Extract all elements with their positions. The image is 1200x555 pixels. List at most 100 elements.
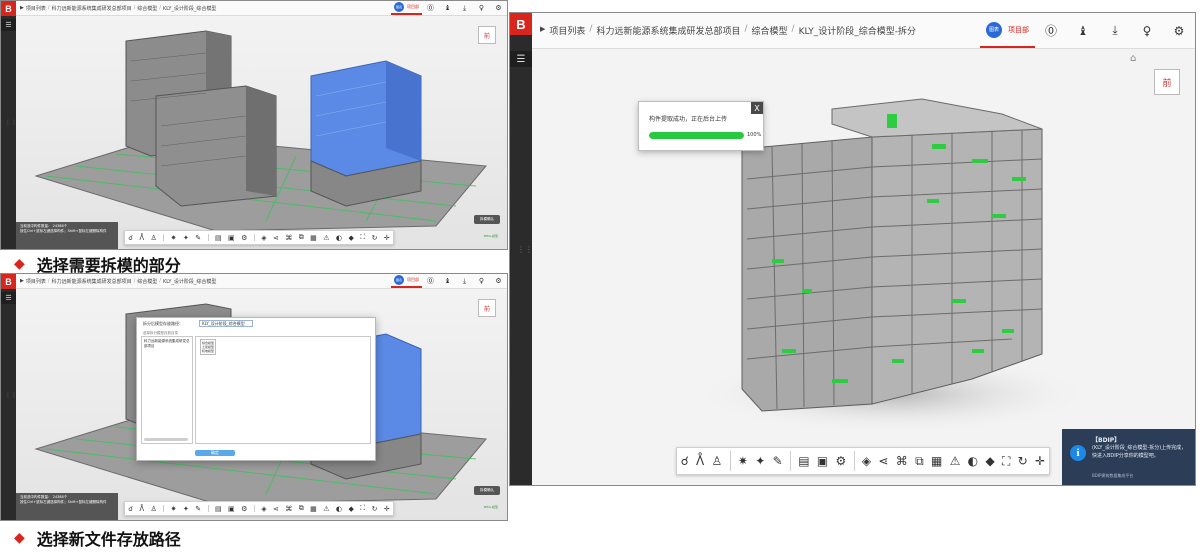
- hamburger-icon[interactable]: ☰: [1, 292, 16, 304]
- notification-icon[interactable]: ♝: [439, 277, 456, 285]
- clip-icon[interactable]: ⌘: [285, 505, 292, 513]
- fullscreen-icon[interactable]: ✛: [384, 234, 390, 242]
- model-tree-icon[interactable]: ◈: [261, 505, 266, 513]
- document-icon[interactable]: ▤: [798, 454, 809, 468]
- settings-icon[interactable]: ⚙: [490, 4, 507, 12]
- breadcrumb-model[interactable]: KLY_设计阶段_综合模型: [163, 5, 216, 12]
- measure-icon[interactable]: ☌: [128, 505, 133, 513]
- breadcrumb-project-list[interactable]: 项目列表: [549, 24, 585, 37]
- download-icon[interactable]: ⤓: [456, 4, 473, 13]
- person-icon[interactable]: ♙: [712, 454, 723, 468]
- building-model[interactable]: [16, 16, 507, 249]
- walk-icon[interactable]: ᐰ: [696, 454, 704, 468]
- person-icon[interactable]: ♙: [151, 234, 157, 242]
- breadcrumb-project[interactable]: 科力远新能源系统集成研发总部项目: [596, 24, 740, 37]
- paint-icon[interactable]: ◆: [348, 234, 353, 242]
- share-icon[interactable]: ⋖: [878, 454, 888, 468]
- breadcrumb-project-list[interactable]: 项目列表: [26, 278, 46, 285]
- app-logo[interactable]: B: [1, 1, 16, 16]
- section-icon[interactable]: ✷: [171, 505, 177, 513]
- lightbulb-icon[interactable]: ♀: [473, 4, 490, 12]
- dialog-tree-pane[interactable]: 科力远新能源系统集成研发总部项目: [141, 336, 193, 444]
- tab-chart[interactable]: 图表: [394, 275, 404, 285]
- download-icon[interactable]: ⤓: [456, 277, 473, 286]
- rotate-icon[interactable]: ↻: [1018, 454, 1028, 468]
- clip-icon[interactable]: ⌘: [896, 454, 908, 468]
- section-icon[interactable]: ✷: [171, 234, 177, 242]
- model-viewport[interactable]: 前 当前选中构件数量： 24388个 按住Ctrl+鼠标左键选择构件；Shift…: [16, 16, 507, 249]
- breadcrumb-model-group[interactable]: 综合模型: [752, 24, 788, 37]
- settings-icon[interactable]: ⚙: [836, 454, 847, 468]
- layer-icon[interactable]: ⧉: [299, 233, 304, 242]
- fit-view-icon[interactable]: ⛶: [1002, 454, 1010, 469]
- component-icon[interactable]: ▣: [228, 234, 235, 242]
- paint-icon[interactable]: ◆: [348, 505, 353, 513]
- annotate-icon[interactable]: ✎: [195, 505, 201, 513]
- lightbulb-icon[interactable]: ♀: [473, 277, 490, 285]
- measure-icon[interactable]: ☌: [681, 454, 689, 468]
- breadcrumb-model[interactable]: KLY_设计阶段_综合模型-拆分: [799, 24, 916, 37]
- settings-icon[interactable]: ⚙: [241, 234, 247, 242]
- model-viewport[interactable]: ⌂ 前 X 构件提取成功，正在后台上传 100% ☌ ᐰ ♙ ✷ ✦ ✎ ▤ ▣…: [532, 49, 1195, 485]
- hamburger-icon[interactable]: ☰: [510, 51, 532, 67]
- download-icon[interactable]: ⤓: [1099, 23, 1131, 38]
- dialog-path-input[interactable]: KLY_设计阶段_综合模型: [199, 320, 253, 327]
- home-icon[interactable]: ⌂: [1130, 53, 1136, 64]
- paint-icon[interactable]: ◆: [985, 454, 994, 468]
- isolate-icon[interactable]: ◐: [336, 505, 342, 513]
- share-icon[interactable]: ⋖: [273, 505, 279, 513]
- explode-icon[interactable]: ✦: [755, 454, 765, 468]
- help-icon[interactable]: ⓪: [1035, 22, 1067, 39]
- close-icon[interactable]: X: [751, 102, 763, 114]
- rotate-icon[interactable]: ↻: [372, 234, 378, 242]
- breadcrumb-model[interactable]: KLY_设计阶段_综合模型: [163, 278, 216, 285]
- upload-complete-notice[interactable]: i 【BDIP】 (KLY_设计阶段_综合模型-拆分)上传完成，快进入BDIP分…: [1062, 429, 1195, 485]
- annotate-icon[interactable]: ✎: [195, 234, 201, 242]
- document-icon[interactable]: ▤: [215, 505, 222, 513]
- explode-icon[interactable]: ✦: [183, 505, 189, 513]
- section-icon[interactable]: ✷: [738, 454, 748, 468]
- notification-icon[interactable]: ♝: [1067, 24, 1099, 38]
- split-confirm-button[interactable]: 拆模确认: [474, 486, 500, 495]
- properties-icon[interactable]: ▦: [931, 454, 942, 468]
- fullscreen-icon[interactable]: ✛: [1035, 454, 1045, 468]
- rotate-icon[interactable]: ↻: [372, 505, 378, 513]
- tab-project-dept[interactable]: 项目部: [1008, 25, 1029, 35]
- person-icon[interactable]: ♙: [151, 505, 157, 513]
- navigation-cube[interactable]: 前: [478, 26, 496, 44]
- fit-view-icon[interactable]: ⛶: [360, 233, 365, 242]
- app-logo[interactable]: B: [1, 274, 16, 289]
- fullscreen-icon[interactable]: ✛: [384, 505, 390, 513]
- document-icon[interactable]: ▤: [215, 234, 222, 242]
- navigation-cube[interactable]: 前: [1154, 69, 1180, 95]
- split-building-model[interactable]: [532, 49, 1195, 485]
- walk-icon[interactable]: ᐰ: [139, 234, 144, 242]
- dialog-folder-pane[interactable]: 综合模型 土建模型 机电模型: [195, 336, 371, 444]
- properties-icon[interactable]: ▦: [310, 234, 317, 242]
- hierarchy-icon[interactable]: ⚠: [323, 234, 329, 242]
- breadcrumb-project[interactable]: 科力远新能源系统集成研发总部项目: [52, 278, 132, 285]
- breadcrumb-project-list[interactable]: 项目列表: [26, 5, 46, 12]
- component-icon[interactable]: ▣: [817, 454, 828, 468]
- properties-icon[interactable]: ▦: [310, 505, 317, 513]
- component-icon[interactable]: ▣: [228, 505, 235, 513]
- breadcrumb-project[interactable]: 科力远新能源系统集成研发总部项目: [52, 5, 132, 12]
- model-tree-icon[interactable]: ◈: [261, 234, 266, 242]
- tree-root-item[interactable]: 科力远新能源系统集成研发总部项目: [142, 337, 192, 351]
- tab-project-dept[interactable]: 项目部: [407, 4, 419, 10]
- tab-project-dept[interactable]: 项目部: [407, 277, 419, 283]
- annotate-icon[interactable]: ✎: [773, 454, 783, 468]
- hierarchy-icon[interactable]: ⚠: [323, 505, 329, 513]
- dialog-ok-button[interactable]: 确定: [195, 450, 235, 456]
- hamburger-icon[interactable]: ☰: [1, 19, 16, 31]
- model-tree-icon[interactable]: ◈: [862, 454, 871, 468]
- app-logo[interactable]: B: [510, 13, 532, 35]
- lightbulb-icon[interactable]: ♀: [1131, 24, 1163, 38]
- help-icon[interactable]: ⓪: [422, 276, 439, 286]
- navigation-cube[interactable]: 前: [478, 299, 496, 317]
- tab-chart[interactable]: 图表: [394, 2, 404, 12]
- share-icon[interactable]: ⋖: [273, 234, 279, 242]
- clip-icon[interactable]: ⌘: [285, 234, 292, 242]
- settings-icon[interactable]: ⚙: [490, 277, 507, 285]
- tab-chart[interactable]: 图表: [986, 21, 1002, 38]
